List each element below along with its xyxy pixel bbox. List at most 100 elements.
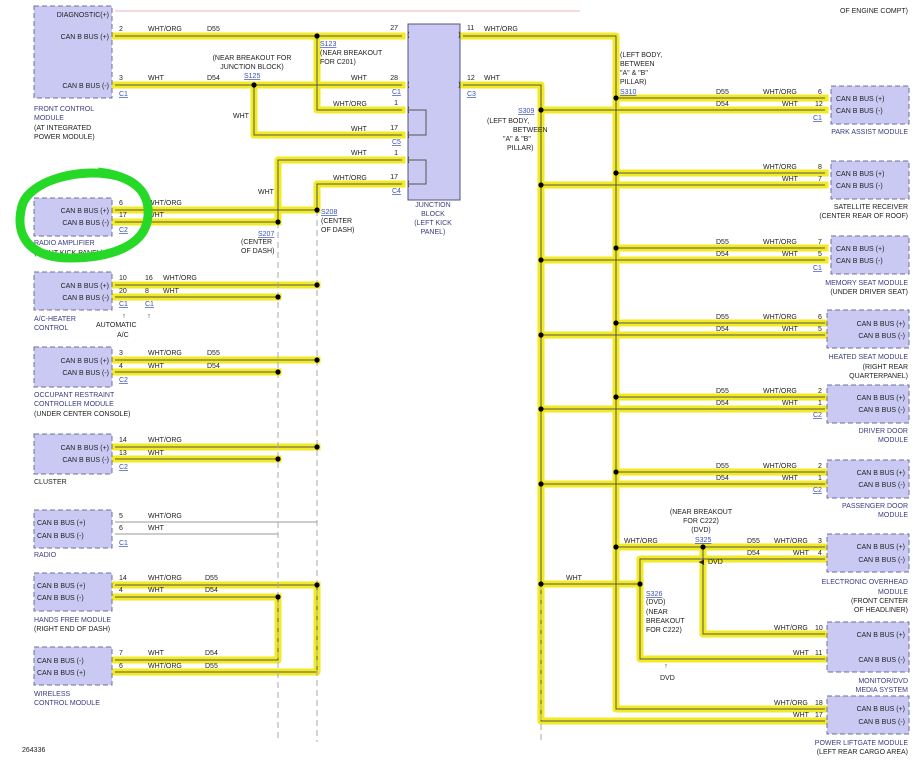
svg-text:CAN B BUS (-): CAN B BUS (-) xyxy=(37,595,84,602)
svg-text:D54: D54 xyxy=(716,101,729,108)
svg-text:(UNDER DRIVER SEAT): (UNDER DRIVER SEAT) xyxy=(830,289,908,296)
svg-text:CAN B BUS (-): CAN B BUS (-) xyxy=(836,258,883,265)
svg-text:C4: C4 xyxy=(392,188,401,195)
svg-text:WHT: WHT xyxy=(351,126,368,133)
svg-text:S309: S309 xyxy=(518,108,534,115)
svg-text:1: 1 xyxy=(818,400,822,407)
svg-text:S123: S123 xyxy=(320,41,336,48)
svg-text:⟨: ⟨ xyxy=(407,81,410,89)
svg-text:MONITOR/DVD: MONITOR/DVD xyxy=(858,678,908,685)
svg-text:7: 7 xyxy=(119,650,123,657)
svg-text:CLUSTER: CLUSTER xyxy=(34,479,67,486)
svg-text:WHT/ORG: WHT/ORG xyxy=(148,663,182,670)
svg-text:SATELLITE RECEIVER: SATELLITE RECEIVER xyxy=(834,204,908,211)
svg-text:5: 5 xyxy=(818,326,822,333)
svg-text:(CENTER REAR OF ROOF): (CENTER REAR OF ROOF) xyxy=(819,213,908,220)
wireless-control-module: CAN B BUS (-) CAN B BUS (+) WIRELESS CON… xyxy=(33,646,113,707)
svg-text:D54: D54 xyxy=(716,400,729,407)
svg-text:C2: C2 xyxy=(119,377,128,384)
svg-text:WHT: WHT xyxy=(148,587,165,594)
svg-text:(UNDER CENTER CONSOLE): (UNDER CENTER CONSOLE) xyxy=(34,411,130,418)
svg-text:D55: D55 xyxy=(716,463,729,470)
radio-module: CAN B BUS (+) CAN B BUS (-) C1 RADIO xyxy=(33,509,128,559)
svg-text:PANEL): PANEL) xyxy=(421,229,446,236)
svg-text:JUNCTION: JUNCTION xyxy=(415,202,450,209)
svg-text:FRONT CONTROL: FRONT CONTROL xyxy=(34,106,94,113)
svg-text:11: 11 xyxy=(467,25,474,32)
svg-text:CAN B BUS (+): CAN B BUS (+) xyxy=(857,706,905,713)
svg-text:C5: C5 xyxy=(392,139,401,146)
svg-text:MODULE: MODULE xyxy=(878,512,908,519)
svg-text:CAN B BUS (+): CAN B BUS (+) xyxy=(857,544,905,551)
svg-text:S208: S208 xyxy=(321,209,337,216)
svg-text:C3: C3 xyxy=(467,91,476,98)
svg-text:A/C: A/C xyxy=(117,332,129,339)
satellite-receiver-module: CAN B BUS (+) CAN B BUS (-) SATELLITE RE… xyxy=(819,160,910,220)
svg-text:C2: C2 xyxy=(813,412,822,419)
svg-text:WHT: WHT xyxy=(566,575,583,582)
svg-text:CAN B BUS (-): CAN B BUS (-) xyxy=(858,657,905,664)
junction-block: 27 28 1 17 1 17 11 12 C1 C5 C4 C3 ⟨ ⟨ ⟨ … xyxy=(390,23,476,236)
svg-text:FOR C201): FOR C201) xyxy=(320,59,356,66)
svg-text:13: 13 xyxy=(119,450,127,457)
svg-text:4: 4 xyxy=(119,363,123,370)
svg-text:BETWEEN: BETWEEN xyxy=(513,127,548,134)
svg-text:3: 3 xyxy=(818,538,822,545)
svg-text:WHT/ORG: WHT/ORG xyxy=(333,101,367,108)
svg-text:CAN B BUS (-): CAN B BUS (-) xyxy=(62,370,109,377)
svg-text:WHT/ORG: WHT/ORG xyxy=(763,314,797,321)
svg-text:28: 28 xyxy=(390,75,398,82)
svg-text:CAN B BUS (-): CAN B BUS (-) xyxy=(37,658,84,665)
svg-text:(NEAR BREAKOUT: (NEAR BREAKOUT xyxy=(320,50,383,57)
svg-text:(LEFT KICK: (LEFT KICK xyxy=(414,220,452,227)
svg-text:C1: C1 xyxy=(813,265,822,272)
svg-text:⟩: ⟩ xyxy=(458,81,461,89)
svg-text:18: 18 xyxy=(815,700,823,707)
svg-text:(LEFT REAR CARGO AREA): (LEFT REAR CARGO AREA) xyxy=(817,749,908,756)
svg-text:D54: D54 xyxy=(205,650,218,657)
svg-text:RADIO: RADIO xyxy=(34,552,57,559)
svg-text:D55: D55 xyxy=(205,663,218,670)
svg-text:"A" & "B": "A" & "B" xyxy=(620,70,648,77)
svg-text:WHT/ORG: WHT/ORG xyxy=(763,164,797,171)
svg-text:CAN B BUS (+): CAN B BUS (+) xyxy=(857,395,905,402)
svg-text:CAN B BUS (-): CAN B BUS (-) xyxy=(37,533,84,540)
svg-text:(DVD): (DVD) xyxy=(646,599,665,606)
svg-text:(NEAR BREAKOUT FOR: (NEAR BREAKOUT FOR xyxy=(213,55,292,62)
svg-text:⟨: ⟨ xyxy=(407,31,410,39)
svg-text:JUNCTION BLOCK): JUNCTION BLOCK) xyxy=(220,64,283,71)
svg-text:(NEAR BREAKOUT: (NEAR BREAKOUT xyxy=(670,509,733,516)
svg-text:PILLAR): PILLAR) xyxy=(620,79,646,86)
svg-text:WHT: WHT xyxy=(782,176,799,183)
svg-text:D54: D54 xyxy=(205,587,218,594)
svg-text:12: 12 xyxy=(815,101,823,108)
svg-text:C1: C1 xyxy=(392,89,401,96)
svg-text:(LEFT BODY,: (LEFT BODY, xyxy=(487,118,529,125)
svg-text:OF DASH): OF DASH) xyxy=(241,248,274,255)
svg-text:12: 12 xyxy=(467,75,475,82)
svg-text:C1: C1 xyxy=(119,540,128,547)
svg-text:CAN B BUS (+): CAN B BUS (+) xyxy=(61,445,109,452)
svg-text:CAN B BUS (+): CAN B BUS (+) xyxy=(857,321,905,328)
svg-text:WHT/ORG: WHT/ORG xyxy=(484,26,518,33)
svg-text:AUTOMATIC: AUTOMATIC xyxy=(96,322,137,329)
svg-text:WHT: WHT xyxy=(148,450,165,457)
svg-text:(RIGHT END OF DASH): (RIGHT END OF DASH) xyxy=(34,626,110,633)
svg-text:⟨: ⟨ xyxy=(407,131,410,139)
svg-text:WHT: WHT xyxy=(793,650,810,657)
svg-text:(DVD): (DVD) xyxy=(691,527,710,534)
svg-text:16: 16 xyxy=(145,275,153,282)
svg-text:WHT/ORG: WHT/ORG xyxy=(763,239,797,246)
svg-text:BREAKOUT: BREAKOUT xyxy=(646,618,685,625)
svg-text:17: 17 xyxy=(390,125,398,132)
svg-text:WHT: WHT xyxy=(148,650,165,657)
svg-text:WHT/ORG: WHT/ORG xyxy=(333,175,367,182)
svg-text:WHT/ORG: WHT/ORG xyxy=(763,388,797,395)
svg-text:5: 5 xyxy=(818,251,822,258)
svg-text:CAN B BUS (+): CAN B BUS (+) xyxy=(61,34,109,41)
svg-text:S207: S207 xyxy=(258,231,274,238)
svg-text:PILLAR): PILLAR) xyxy=(507,145,533,152)
svg-text:CONTROL MODULE: CONTROL MODULE xyxy=(34,700,100,707)
driver-door-module: CAN B BUS (+) CAN B BUS (-) C2 DRIVER DO… xyxy=(813,384,910,444)
svg-text:(CENTER: (CENTER xyxy=(241,239,272,246)
